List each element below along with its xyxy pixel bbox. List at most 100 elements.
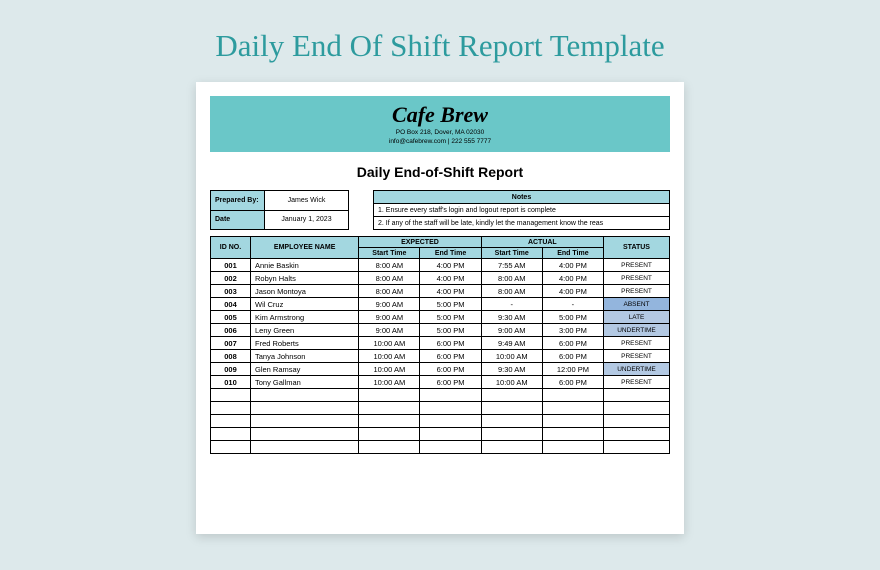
- cell-id: 010: [211, 376, 251, 389]
- cell-exp-start: 9:00 AM: [359, 324, 420, 337]
- cell-status: UNDERTIME: [604, 363, 670, 376]
- cell-status: PRESENT: [604, 285, 670, 298]
- col-header-expected: EXPECTED: [359, 237, 481, 248]
- cell-exp-end: 5:00 PM: [420, 298, 481, 311]
- cell-exp-start: 10:00 AM: [359, 350, 420, 363]
- table-row: 001Annie Baskin8:00 AM4:00 PM7:55 AM4:00…: [211, 259, 670, 272]
- table-row: 008Tanya Johnson10:00 AM6:00 PM10:00 AM6…: [211, 350, 670, 363]
- col-header-id: ID NO.: [211, 237, 251, 259]
- cell-exp-end: 4:00 PM: [420, 259, 481, 272]
- brand-address: PO Box 218, Dover, MA 02030: [396, 129, 485, 137]
- cell-exp-end: 6:00 PM: [420, 337, 481, 350]
- cell-act-start: 9:00 AM: [481, 324, 542, 337]
- cell-status: PRESENT: [604, 376, 670, 389]
- shift-data-table: ID NO. EMPLOYEE NAME EXPECTED ACTUAL STA…: [210, 236, 670, 454]
- cell-act-end: 6:00 PM: [542, 350, 603, 363]
- cell-name: Wil Cruz: [251, 298, 359, 311]
- cell-id: 007: [211, 337, 251, 350]
- brand-contact: info@cafebrew.com | 222 555 7777: [389, 138, 491, 146]
- table-row: 010Tony Gallman10:00 AM6:00 PM10:00 AM6:…: [211, 376, 670, 389]
- col-header-exp-end: End Time: [420, 248, 481, 259]
- cell-act-end: 4:00 PM: [542, 259, 603, 272]
- notes-line-1: 1. Ensure every staff's login and logout…: [374, 204, 670, 217]
- cell-exp-end: 5:00 PM: [420, 311, 481, 324]
- brand-name: Cafe Brew: [392, 102, 488, 128]
- notes-line-2: 2. If any of the staff will be late, kin…: [374, 217, 670, 230]
- cell-name: Annie Baskin: [251, 259, 359, 272]
- col-header-status: STATUS: [604, 237, 670, 259]
- prepared-by-table: Prepared By: James Wick Date January 1, …: [210, 190, 349, 230]
- cell-id: 003: [211, 285, 251, 298]
- cell-act-end: 3:00 PM: [542, 324, 603, 337]
- table-row: 006Leny Green9:00 AM5:00 PM9:00 AM3:00 P…: [211, 324, 670, 337]
- cell-name: Tony Gallman: [251, 376, 359, 389]
- col-header-act-start: Start Time: [481, 248, 542, 259]
- cell-status: PRESENT: [604, 272, 670, 285]
- cell-act-start: -: [481, 298, 542, 311]
- table-row: 005Kim Armstrong9:00 AM5:00 PM9:30 AM5:0…: [211, 311, 670, 324]
- cell-act-start: 9:49 AM: [481, 337, 542, 350]
- cell-exp-start: 9:00 AM: [359, 311, 420, 324]
- cell-act-end: 6:00 PM: [542, 337, 603, 350]
- cell-exp-start: 10:00 AM: [359, 337, 420, 350]
- notes-header: Notes: [374, 191, 670, 204]
- cell-exp-end: 6:00 PM: [420, 376, 481, 389]
- prepared-by-value: James Wick: [265, 191, 349, 211]
- col-header-actual: ACTUAL: [481, 237, 603, 248]
- prepared-by-label: Prepared By:: [211, 191, 265, 211]
- cell-act-start: 8:00 AM: [481, 285, 542, 298]
- table-row: [211, 415, 670, 428]
- cell-exp-start: 10:00 AM: [359, 363, 420, 376]
- notes-table: Notes 1. Ensure every staff's login and …: [373, 190, 670, 230]
- cell-exp-end: 6:00 PM: [420, 363, 481, 376]
- cell-exp-end: 5:00 PM: [420, 324, 481, 337]
- page-title: Daily End Of Shift Report Template: [215, 28, 664, 64]
- table-row: 004Wil Cruz9:00 AM5:00 PM--ABSENT: [211, 298, 670, 311]
- cell-act-end: 4:00 PM: [542, 272, 603, 285]
- cell-status: LATE: [604, 311, 670, 324]
- cell-id: 002: [211, 272, 251, 285]
- cell-status: PRESENT: [604, 337, 670, 350]
- col-header-act-end: End Time: [542, 248, 603, 259]
- table-row: 007Fred Roberts10:00 AM6:00 PM9:49 AM6:0…: [211, 337, 670, 350]
- table-row: [211, 389, 670, 402]
- cell-exp-start: 10:00 AM: [359, 376, 420, 389]
- cell-name: Leny Green: [251, 324, 359, 337]
- document-page: Cafe Brew PO Box 218, Dover, MA 02030 in…: [196, 82, 684, 534]
- cell-id: 009: [211, 363, 251, 376]
- table-row: 003Jason Montoya8:00 AM4:00 PM8:00 AM4:0…: [211, 285, 670, 298]
- cell-act-end: 6:00 PM: [542, 376, 603, 389]
- cell-id: 001: [211, 259, 251, 272]
- cell-status: PRESENT: [604, 259, 670, 272]
- cell-act-start: 10:00 AM: [481, 376, 542, 389]
- cell-act-end: 5:00 PM: [542, 311, 603, 324]
- cell-exp-end: 4:00 PM: [420, 272, 481, 285]
- cell-act-start: 10:00 AM: [481, 350, 542, 363]
- cell-exp-end: 6:00 PM: [420, 350, 481, 363]
- cell-exp-start: 8:00 AM: [359, 259, 420, 272]
- cell-name: Robyn Halts: [251, 272, 359, 285]
- cell-id: 006: [211, 324, 251, 337]
- cell-status: PRESENT: [604, 350, 670, 363]
- cell-exp-start: 8:00 AM: [359, 285, 420, 298]
- cell-id: 004: [211, 298, 251, 311]
- cell-status: ABSENT: [604, 298, 670, 311]
- report-title: Daily End-of-Shift Report: [210, 164, 670, 180]
- header-banner: Cafe Brew PO Box 218, Dover, MA 02030 in…: [210, 96, 670, 152]
- cell-exp-end: 4:00 PM: [420, 285, 481, 298]
- table-row: 002Robyn Halts8:00 AM4:00 PM8:00 AM4:00 …: [211, 272, 670, 285]
- date-label: Date: [211, 210, 265, 230]
- table-row: 009Glen Ramsay10:00 AM6:00 PM9:30 AM12:0…: [211, 363, 670, 376]
- cell-exp-start: 9:00 AM: [359, 298, 420, 311]
- cell-status: UNDERTIME: [604, 324, 670, 337]
- cell-exp-start: 8:00 AM: [359, 272, 420, 285]
- cell-id: 008: [211, 350, 251, 363]
- cell-name: Jason Montoya: [251, 285, 359, 298]
- table-row: [211, 402, 670, 415]
- table-row: [211, 441, 670, 454]
- cell-id: 005: [211, 311, 251, 324]
- cell-act-start: 8:00 AM: [481, 272, 542, 285]
- cell-act-end: 12:00 PM: [542, 363, 603, 376]
- cell-act-start: 9:30 AM: [481, 311, 542, 324]
- cell-name: Fred Roberts: [251, 337, 359, 350]
